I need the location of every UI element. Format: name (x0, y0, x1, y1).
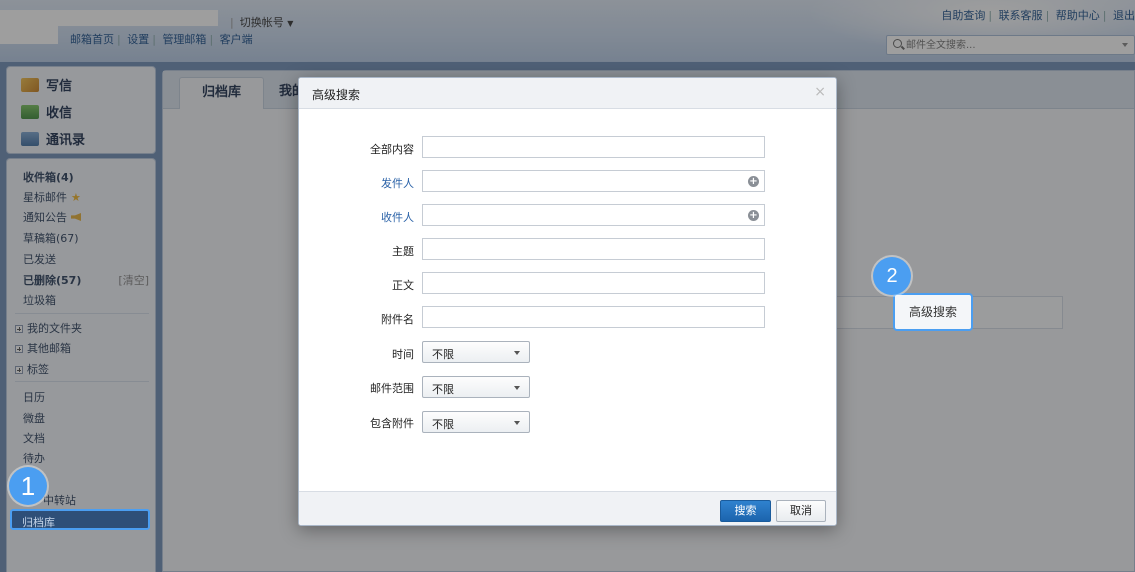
label-subject: 主题 (392, 245, 414, 258)
label-time: 时间 (392, 348, 414, 361)
label-sender[interactable]: 发件人 (299, 175, 414, 191)
label-all-content: 全部内容 (370, 143, 414, 156)
add-sender-icon[interactable]: + (748, 176, 759, 187)
time-select[interactable]: 不限 (422, 341, 530, 363)
close-icon[interactable]: × (814, 84, 826, 100)
body-input[interactable] (422, 272, 765, 294)
advanced-search-button[interactable]: 高级搜索 (893, 293, 973, 331)
has-attachment-select[interactable]: 不限 (422, 411, 530, 433)
label-has-attachment: 包含附件 (370, 417, 414, 430)
label-scope: 邮件范围 (370, 382, 414, 395)
chevron-down-icon (514, 421, 520, 425)
sidebar-item-archive[interactable]: 归档库 (10, 509, 150, 530)
sender-input[interactable]: + (422, 170, 765, 192)
has-attachment-select-value: 不限 (432, 418, 454, 431)
attachment-name-input[interactable] (422, 306, 765, 328)
scope-select-value: 不限 (432, 383, 454, 396)
time-select-value: 不限 (432, 348, 454, 361)
sidebar-item-label: 归档库 (22, 516, 55, 529)
dialog-header: 高级搜索 × (299, 78, 836, 109)
label-body: 正文 (392, 279, 414, 292)
label-attachment-name: 附件名 (381, 313, 414, 326)
dialog-footer: 搜索 取消 (299, 491, 836, 525)
add-recipient-icon[interactable]: + (748, 210, 759, 221)
label-recipient[interactable]: 收件人 (299, 209, 414, 225)
subject-input[interactable] (422, 238, 765, 260)
chevron-down-icon (514, 386, 520, 390)
dialog-title: 高级搜索 (312, 88, 361, 102)
step-badge-2: 2 (873, 257, 911, 295)
recipient-input[interactable]: + (422, 204, 765, 226)
cancel-button[interactable]: 取消 (776, 500, 826, 522)
search-button[interactable]: 搜索 (720, 500, 771, 522)
chevron-down-icon (514, 351, 520, 355)
scope-select[interactable]: 不限 (422, 376, 530, 398)
step-badge-1: 1 (9, 467, 47, 505)
advanced-search-dialog: 高级搜索 × 全部内容 发件人 + 收件人 + 主题 正文 附件名 时间 不限 … (298, 77, 837, 526)
all-content-input[interactable] (422, 136, 765, 158)
